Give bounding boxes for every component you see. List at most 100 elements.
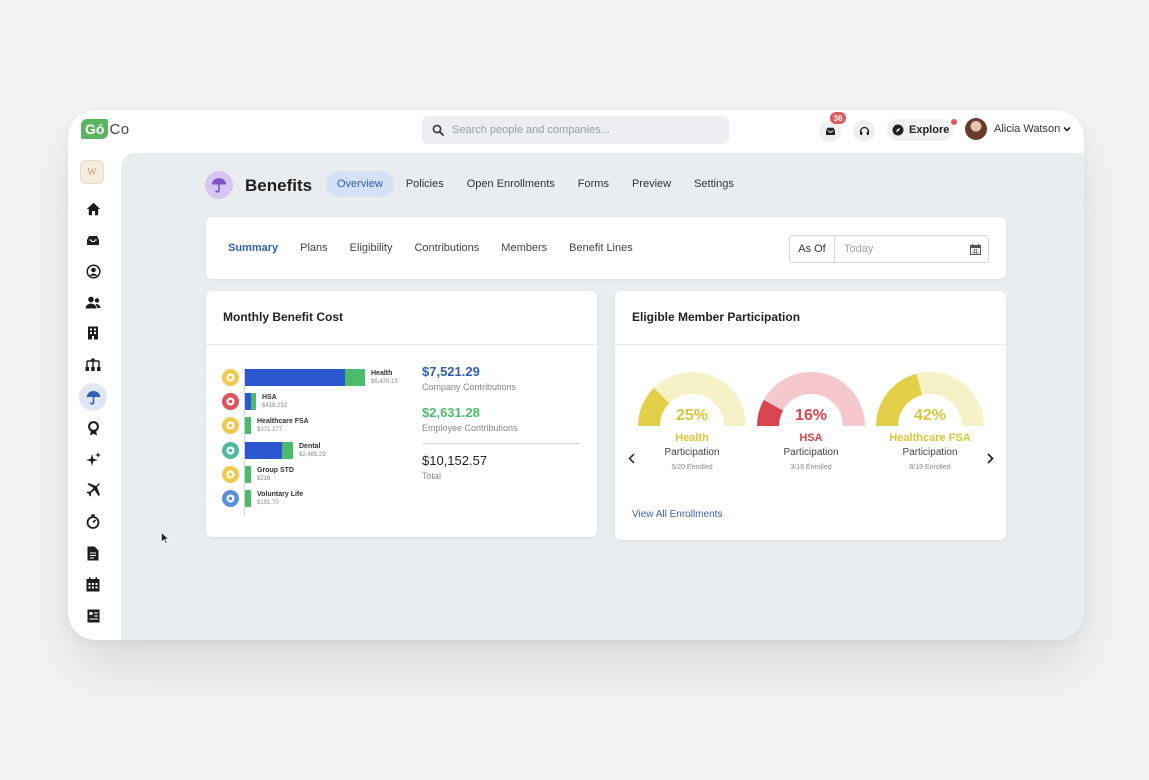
sidebar-item-reports[interactable] <box>82 605 104 627</box>
carousel-next-button[interactable] <box>984 451 996 465</box>
tab-preview[interactable]: Preview <box>621 171 682 197</box>
cost-bar-label: Healthcare FSA $371.277 <box>257 418 309 434</box>
avatar[interactable] <box>965 118 987 140</box>
cost-bar[interactable] <box>245 369 365 386</box>
benefit-name: Voluntary Life <box>257 491 304 498</box>
benefit-amount: $191.70 <box>257 500 279 506</box>
subnav-card: Summary Plans Eligibility Contributions … <box>206 217 1006 279</box>
sidebar-item-sparkle[interactable] <box>82 448 104 470</box>
participation-card: Eligible Member Participation 25% Health P… <box>615 291 1006 540</box>
company-segment <box>245 442 282 459</box>
sidebar-item-benefits[interactable] <box>79 383 107 411</box>
logo-co: Co <box>109 120 130 138</box>
benefit-name: Healthcare FSA <box>257 418 309 425</box>
chevron-down-icon <box>1063 126 1071 132</box>
gauge-percent: 25% <box>675 407 709 424</box>
user-menu[interactable]: Alicia Watson <box>994 123 1071 135</box>
chevron-right-icon <box>986 452 994 464</box>
search-bar[interactable]: Search people and companies... <box>422 116 729 144</box>
sidebar: W <box>68 152 120 640</box>
participation-gauge[interactable]: 42% Healthcare FSA Participation 8/19 Enrol… <box>875 371 985 471</box>
goco-logo[interactable]: Gó Co <box>81 119 130 139</box>
benefits-umbrella-icon <box>205 171 233 199</box>
gauge-label: Participation <box>902 447 958 458</box>
cost-bar[interactable] <box>245 393 256 410</box>
cost-bar[interactable] <box>245 417 251 434</box>
cost-bar-label: Health $6,470.13 <box>371 370 398 386</box>
document-icon <box>87 546 99 560</box>
carousel-prev-button[interactable] <box>625 451 637 465</box>
benefit-amount: $418.232 <box>262 403 288 409</box>
as-of-date-picker[interactable]: As Of Today <box>789 235 989 263</box>
sidebar-item-documents[interactable] <box>82 542 104 564</box>
benefit-type-icon <box>222 442 239 459</box>
sidebar-item-org-chart[interactable] <box>82 354 104 376</box>
sparkle-icon <box>85 452 101 466</box>
sidebar-item-calendar[interactable] <box>82 573 104 595</box>
benefit-type-icon <box>222 393 239 410</box>
sidebar-item-travel[interactable] <box>82 479 104 501</box>
employee-contributions-total: $2,631.28 <box>422 405 480 420</box>
benefit-name: Group STD <box>257 467 294 474</box>
view-all-enrollments-link[interactable]: View All Enrollments <box>632 509 722 520</box>
subtab-benefit-lines[interactable]: Benefit Lines <box>569 242 633 254</box>
tab-open-enrollments[interactable]: Open Enrollments <box>456 171 566 197</box>
sidebar-item-people[interactable] <box>82 291 104 313</box>
subtab-eligibility[interactable]: Eligibility <box>350 242 393 254</box>
user-circle-icon <box>85 263 101 279</box>
inbox-icon <box>825 127 835 135</box>
subnav-tabs: Summary Plans Eligibility Contributions … <box>228 242 655 254</box>
employee-segment <box>245 417 251 434</box>
tab-policies[interactable]: Policies <box>395 171 455 197</box>
benefit-type-icon <box>222 490 239 507</box>
explore-button[interactable]: Explore <box>887 119 953 141</box>
search-icon <box>432 124 444 136</box>
report-icon <box>87 609 99 623</box>
sidebar-item-profile[interactable] <box>82 260 104 282</box>
subtab-plans[interactable]: Plans <box>300 242 328 254</box>
participation-gauge[interactable]: 16% HSA Participation 3/19 Enrolled <box>756 371 866 471</box>
sidebar-item-time[interactable] <box>82 510 104 532</box>
sidebar-item-home[interactable] <box>82 198 104 220</box>
company-segment <box>245 369 345 386</box>
cost-bar[interactable] <box>245 490 251 507</box>
subtab-members[interactable]: Members <box>501 242 547 254</box>
gauge-enrolled-count: 3/19 Enrolled <box>790 464 832 471</box>
total-label: Total <box>422 471 442 481</box>
cost-bar-label: Dental $2,485.23 <box>299 443 326 459</box>
benefit-amount: $216 <box>257 476 271 482</box>
page-title: Benefits <box>245 176 313 195</box>
explore-notification-dot <box>951 119 957 125</box>
date-placeholder: Today <box>844 243 874 255</box>
company-contributions-total: $7,521.29 <box>422 364 480 379</box>
date-input[interactable]: Today <box>835 236 988 262</box>
divider <box>206 344 597 345</box>
participation-gauge[interactable]: 25% Health Participation 5/20 Enrolled <box>637 371 747 471</box>
gauge-label: Participation <box>783 447 839 458</box>
sidebar-item-awards[interactable] <box>82 417 104 439</box>
gauge-enrolled-count: 8/19 Enrolled <box>909 464 951 471</box>
support-button[interactable] <box>853 120 875 142</box>
subtab-contributions[interactable]: Contributions <box>414 242 479 254</box>
user-name: Alicia Watson <box>994 123 1061 135</box>
benefit-type-icon <box>222 417 239 434</box>
org-logo[interactable]: W <box>80 160 104 184</box>
tab-settings[interactable]: Settings <box>683 171 745 197</box>
cost-bar[interactable] <box>245 442 293 459</box>
calendar-icon[interactable] <box>970 243 981 255</box>
sidebar-item-inbox[interactable] <box>82 229 104 251</box>
tab-forms[interactable]: Forms <box>567 171 620 197</box>
divider <box>615 344 1006 345</box>
chevron-left-icon <box>627 452 635 464</box>
cost-bar-label: Voluntary Life $191.70 <box>257 491 303 507</box>
cost-card-title: Monthly Benefit Cost <box>223 310 343 324</box>
grand-total: $10,152.57 <box>422 453 488 468</box>
employee-segment <box>282 442 293 459</box>
subtab-summary[interactable]: Summary <box>228 242 278 254</box>
award-icon <box>87 420 99 435</box>
tab-overview[interactable]: Overview <box>326 171 394 197</box>
logo-go: Gó <box>81 119 109 139</box>
gauge-label: Participation <box>664 447 720 458</box>
cost-bar[interactable] <box>245 466 251 483</box>
sidebar-item-company[interactable] <box>82 322 104 344</box>
